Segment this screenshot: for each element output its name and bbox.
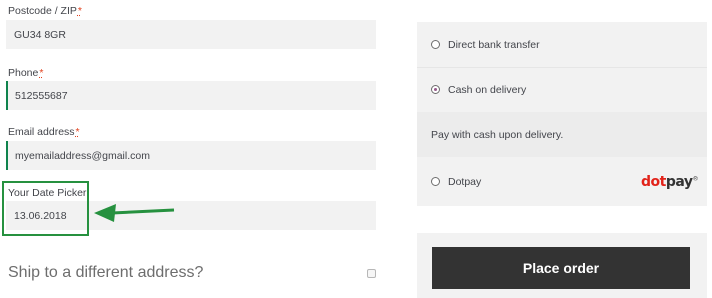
phone-label: Phone*: [8, 67, 44, 79]
arrow-icon: [94, 204, 175, 222]
highlight-box: [2, 181, 89, 236]
payment-method-label: Direct bank transfer: [448, 39, 540, 51]
email-input[interactable]: myemailaddress@gmail.com: [6, 141, 376, 170]
payment-method-label: Dotpay: [448, 176, 482, 188]
required-mark: *: [77, 5, 82, 17]
radio-button-selected[interactable]: [431, 85, 440, 94]
email-label: Email address*: [8, 126, 80, 138]
required-mark: *: [75, 126, 80, 138]
place-order-area: Place order: [417, 233, 707, 298]
payment-description: Pay with cash upon delivery.: [417, 112, 707, 157]
place-order-button[interactable]: Place order: [432, 247, 690, 289]
phone-input[interactable]: 512555687: [6, 81, 376, 110]
ship-different-address-label: Ship to a different address?: [8, 264, 204, 281]
payment-methods: Direct bank transfer Cash on delivery Pa…: [417, 22, 707, 206]
required-mark: *: [39, 67, 44, 79]
postcode-input[interactable]: GU34 8GR: [6, 20, 376, 49]
radio-button[interactable]: [431, 177, 440, 186]
divider: [417, 67, 707, 68]
ship-different-address-checkbox[interactable]: [367, 269, 376, 278]
radio-button[interactable]: [431, 40, 440, 49]
dotpay-logo: dotpay®: [641, 174, 699, 190]
postcode-label: Postcode / ZIP*: [8, 5, 82, 17]
payment-method-label: Cash on delivery: [448, 84, 527, 96]
